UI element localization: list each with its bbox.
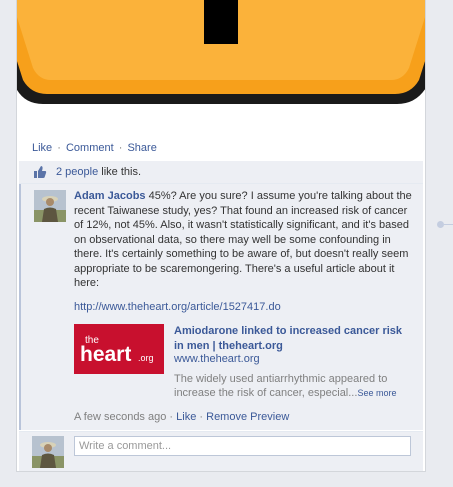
likes-suffix: like this. (98, 166, 142, 178)
comment-like-link[interactable]: Like (176, 411, 196, 423)
likes-text: 2 people like this. (56, 166, 141, 178)
post-card: Like · Comment · Share 2 people like thi… (16, 0, 426, 472)
avatar[interactable] (32, 436, 64, 468)
comment-meta: A few seconds ago · Like · Remove Previe… (74, 411, 289, 423)
remove-preview-link[interactable]: Remove Preview (206, 411, 289, 423)
link-preview-image[interactable]: the heart .org (74, 324, 164, 374)
link-preview-description-text: The widely used antiarrhythmic appeared … (174, 373, 388, 399)
link-preview-domain[interactable]: www.theheart.org (174, 353, 260, 365)
comment-timestamp: A few seconds ago (74, 411, 167, 423)
comment-composer (19, 431, 423, 471)
comment-author[interactable]: Adam Jacobs (74, 190, 146, 202)
likes-count-link[interactable]: 2 people (56, 166, 98, 178)
page-background (0, 472, 453, 487)
comment-input[interactable] (74, 436, 411, 456)
thumbs-up-icon (34, 166, 47, 178)
logo-org: .org (138, 353, 154, 363)
avatar-image (34, 190, 66, 222)
like-link[interactable]: Like (32, 142, 52, 154)
post-image[interactable] (17, 0, 425, 136)
share-link[interactable]: Share (127, 142, 156, 154)
likes-summary: 2 people like this. (19, 161, 423, 184)
comment: Adam Jacobs 45%? Are you sure? I assume … (19, 184, 423, 430)
separator: · (57, 142, 61, 154)
comment-body: 45%? Are you sure? I assume you're talki… (74, 190, 412, 289)
post-actions: Like · Comment · Share (32, 142, 157, 156)
scroll-indicator-line (444, 224, 453, 225)
avatar-image (32, 436, 64, 468)
separator: · (118, 142, 123, 154)
comment-url-link[interactable]: http://www.theheart.org/article/1527417.… (74, 301, 281, 313)
avatar[interactable] (34, 190, 66, 222)
comment-text: Adam Jacobs 45%? Are you sure? I assume … (74, 189, 416, 291)
logo-heart: heart (80, 343, 131, 366)
scroll-indicator[interactable] (437, 221, 444, 228)
separator: · (169, 411, 174, 423)
theheart-logo: the heart .org (74, 324, 164, 374)
link-preview-description: The widely used antiarrhythmic appeared … (174, 373, 412, 400)
separator: · (199, 411, 204, 423)
comment-link[interactable]: Comment (66, 142, 114, 154)
warning-triangle-icon (17, 0, 425, 104)
see-more-link[interactable]: See more (357, 388, 396, 398)
link-preview-title[interactable]: Amiodarone linked to increased cancer ri… (174, 324, 412, 353)
